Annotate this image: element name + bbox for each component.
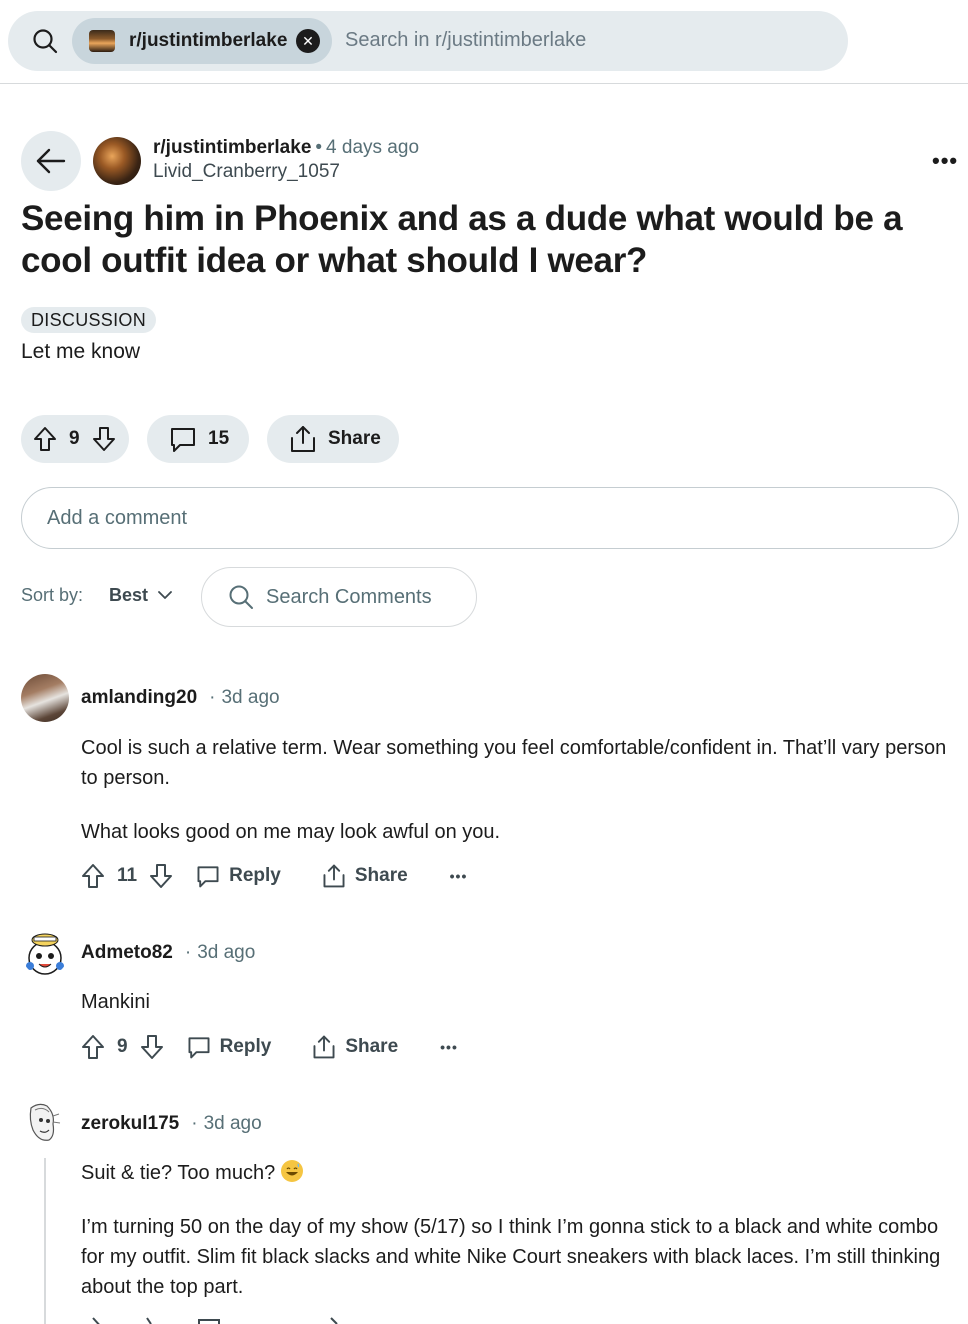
subreddit-search-chip[interactable]: r/justintimberlake ✕: [72, 18, 332, 64]
reply-button[interactable]: Reply: [195, 863, 281, 889]
top-bar: r/justintimberlake ✕ Search in r/justint…: [0, 0, 968, 84]
post-time: 4 days ago: [326, 137, 420, 158]
comment-vote-count: 11: [117, 865, 138, 886]
post-meta: r/justintimberlake • 4 days ago: [153, 137, 420, 158]
subreddit-chip-avatar: [89, 30, 115, 52]
reply-label: Reply: [229, 865, 281, 886]
post-body: Let me know: [21, 340, 141, 363]
comment-body: Cool is such a relative term. Wear somet…: [81, 733, 951, 847]
search-comments-placeholder: Search Comments: [266, 585, 432, 608]
comment-author[interactable]: Admeto82 · 3d ago: [81, 942, 255, 964]
post-flair[interactable]: DISCUSSION: [21, 307, 157, 333]
comment-paragraph-text: Suit & tie? Too much?: [81, 1162, 276, 1184]
search-icon: [33, 29, 58, 54]
comment-paragraph: I’m turning 50 on the day of my show (5/…: [81, 1216, 941, 1298]
comment-body: Mankini: [81, 987, 951, 1017]
post-author[interactable]: Livid_Cranberry_1057: [153, 161, 340, 183]
chevron-down-icon: [158, 591, 172, 599]
more-horizontal-icon[interactable]: •••: [450, 868, 468, 884]
comment-time: 3d ago: [197, 942, 256, 963]
post-title: Seeing him in Phoenix and as a dude what…: [21, 199, 903, 280]
back-button[interactable]: [21, 131, 81, 191]
sweat-smile-emoji: [280, 1160, 303, 1182]
comment-time: 3d ago: [203, 1113, 262, 1134]
search-icon: [229, 585, 253, 609]
comment-author[interactable]: amlanding20 · 3d ago: [81, 687, 280, 709]
share-label: Share: [345, 1036, 399, 1057]
comment-actions-partial: [81, 1316, 361, 1324]
downvote-icon[interactable]: [92, 426, 116, 452]
upvote-icon[interactable]: [81, 1034, 105, 1060]
sort-dropdown[interactable]: Best: [109, 585, 172, 606]
sort-label: Sort by:: [21, 585, 84, 605]
reply-label: Reply: [219, 1036, 272, 1057]
post-comments-button[interactable]: 15: [147, 415, 249, 463]
share-icon: [313, 1035, 335, 1059]
post-vote-count: 9: [69, 428, 80, 449]
reply-button[interactable]: Reply: [186, 1034, 272, 1060]
more-horizontal-icon[interactable]: •••: [932, 148, 958, 174]
upvote-icon[interactable]: [81, 863, 105, 889]
post-vote-group: 9: [21, 415, 129, 463]
downvote-icon[interactable]: [149, 863, 173, 889]
avatar[interactable]: [21, 674, 69, 722]
comment-actions: 11 Reply Share •••: [81, 861, 467, 891]
upvote-icon: [92, 1317, 338, 1324]
post-share-button[interactable]: Share: [267, 415, 399, 463]
share-button[interactable]: Share: [321, 863, 408, 889]
comment-time: 3d ago: [221, 687, 280, 708]
chip-label: r/justintimberlake: [129, 30, 288, 51]
sort-value: Best: [109, 585, 149, 605]
post-comment-count: 15: [208, 428, 230, 449]
comment-paragraph: Cool is such a relative term. Wear somet…: [81, 737, 947, 789]
comment-icon: [197, 866, 219, 888]
more-horizontal-icon[interactable]: •••: [440, 1039, 458, 1055]
share-icon: [291, 426, 315, 452]
avatar[interactable]: [21, 1100, 69, 1148]
downvote-icon[interactable]: [140, 1034, 164, 1060]
search-input[interactable]: Search in r/justintimberlake: [345, 29, 586, 52]
comment-actions: 9 Reply Share •••: [81, 1032, 458, 1062]
upvote-icon[interactable]: [33, 426, 57, 452]
comment-icon: [188, 1037, 210, 1059]
subreddit-link[interactable]: r/justintimberlake: [153, 137, 311, 158]
subreddit-avatar[interactable]: [93, 137, 141, 185]
comment-author-name[interactable]: amlanding20: [81, 687, 197, 708]
comment-paragraph: Suit & tie? Too much?: [81, 1158, 951, 1188]
arrow-left-icon: [36, 148, 66, 174]
comment-author-name[interactable]: zerokul175: [81, 1113, 179, 1134]
avatar[interactable]: [21, 928, 69, 976]
search-comments-input[interactable]: Search Comments: [201, 567, 477, 627]
comment-vote-count: 9: [117, 1036, 128, 1057]
comment-icon: [171, 428, 195, 452]
post-share-label: Share: [328, 428, 381, 449]
snoo-avatar-icon: [26, 933, 64, 975]
comment-body: Suit & tie? Too much? I’m turning 50 on …: [81, 1158, 951, 1302]
comment-author[interactable]: zerokul175 · 3d ago: [81, 1113, 262, 1135]
close-icon[interactable]: ✕: [296, 29, 320, 53]
share-icon: [323, 864, 345, 888]
sketch-avatar-icon: [29, 1103, 61, 1141]
comment-paragraph: Mankini: [81, 991, 150, 1013]
comment-author-name[interactable]: Admeto82: [81, 942, 173, 963]
thread-line[interactable]: [44, 1158, 46, 1324]
add-comment-input[interactable]: Add a comment: [21, 487, 959, 549]
share-label: Share: [354, 865, 408, 886]
search-bar[interactable]: r/justintimberlake ✕ Search in r/justint…: [8, 11, 848, 71]
comment-paragraph: What looks good on me may look awful on …: [81, 821, 501, 843]
share-button[interactable]: Share: [311, 1034, 398, 1060]
